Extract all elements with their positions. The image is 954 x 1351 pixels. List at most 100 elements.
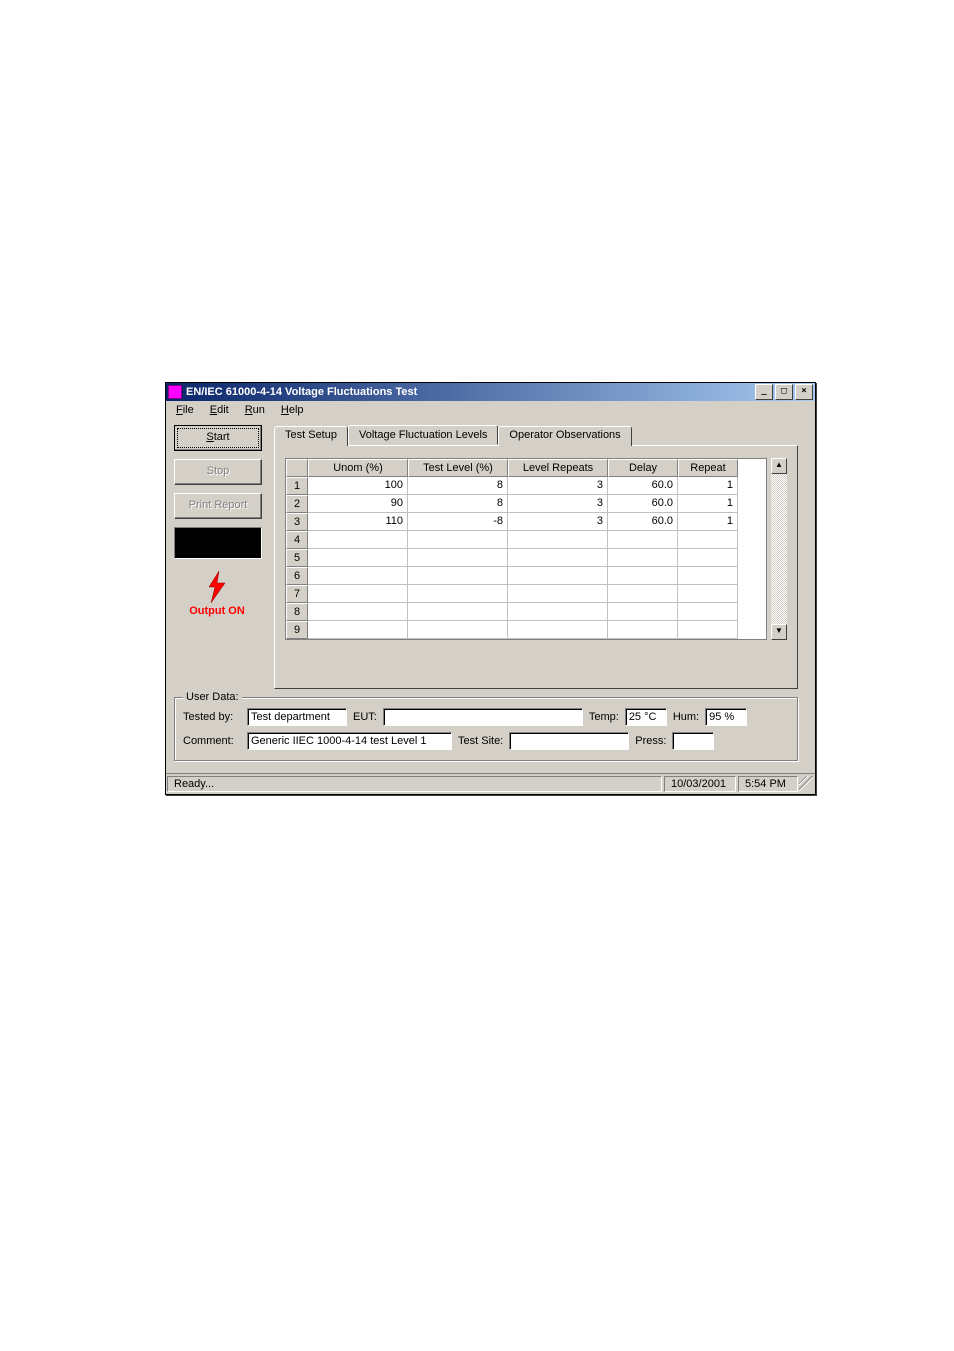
tab-operator-observations[interactable]: Operator Observations (498, 426, 631, 446)
output-status-label: Output ON (174, 605, 260, 617)
cell[interactable] (678, 621, 738, 639)
row-header[interactable]: 1 (286, 477, 308, 495)
tab-test-setup[interactable]: Test Setup (274, 426, 348, 446)
col-unom[interactable]: Unom (%) (308, 459, 408, 477)
status-time: 5:54 PM (738, 776, 798, 792)
user-data-legend: User Data: (183, 691, 242, 703)
cell[interactable] (308, 621, 408, 639)
col-test-level[interactable]: Test Level (%) (408, 459, 508, 477)
cell[interactable]: -8 (408, 513, 508, 531)
scroll-up-icon[interactable]: ▲ (771, 458, 787, 474)
cell[interactable] (608, 585, 678, 603)
levels-grid[interactable]: Unom (%) Test Level (%) Level Repeats De… (285, 458, 767, 640)
cell[interactable]: 110 (308, 513, 408, 531)
cell[interactable] (608, 621, 678, 639)
cell[interactable] (408, 567, 508, 585)
cell[interactable] (308, 567, 408, 585)
cell[interactable]: 60.0 (608, 477, 678, 495)
cell[interactable] (678, 531, 738, 549)
menu-run[interactable]: Run (239, 403, 271, 417)
menu-file[interactable]: File (170, 403, 200, 417)
hum-field[interactable] (705, 708, 747, 726)
cell[interactable] (608, 567, 678, 585)
cell[interactable] (678, 567, 738, 585)
cell[interactable] (508, 585, 608, 603)
row-header[interactable]: 2 (286, 495, 308, 513)
cell[interactable] (408, 531, 508, 549)
cell[interactable]: 60.0 (608, 513, 678, 531)
cell[interactable] (608, 603, 678, 621)
cell[interactable] (508, 621, 608, 639)
cell[interactable] (508, 549, 608, 567)
test-site-label: Test Site: (458, 735, 503, 747)
row-header[interactable]: 5 (286, 549, 308, 567)
cell[interactable]: 3 (508, 477, 608, 495)
cell[interactable] (308, 549, 408, 567)
stop-button[interactable]: Stop (174, 459, 262, 485)
cell[interactable] (608, 531, 678, 549)
cell[interactable]: 1 (678, 495, 738, 513)
tab-voltage-fluctuation-levels[interactable]: Voltage Fluctuation Levels (348, 425, 498, 445)
cell[interactable] (408, 603, 508, 621)
row-header[interactable]: 8 (286, 603, 308, 621)
row-header[interactable]: 4 (286, 531, 308, 549)
user-data-group: User Data: Tested by: EUT: Temp: Hum: Co… (174, 697, 798, 761)
tested-by-field[interactable] (247, 708, 347, 726)
status-display (174, 527, 262, 559)
row-header[interactable]: 9 (286, 621, 308, 639)
tab-body: Unom (%) Test Level (%) Level Repeats De… (274, 445, 798, 689)
lightning-icon (174, 569, 260, 605)
press-field[interactable] (672, 732, 714, 750)
titlebar[interactable]: EN/IEC 61000-4-14 Voltage Fluctuations T… (166, 383, 815, 401)
col-repeat[interactable]: Repeat (678, 459, 738, 477)
row-header[interactable]: 7 (286, 585, 308, 603)
menu-edit[interactable]: Edit (204, 403, 235, 417)
cell[interactable]: 100 (308, 477, 408, 495)
cell[interactable] (678, 603, 738, 621)
test-site-field[interactable] (509, 732, 629, 750)
grid-corner (286, 459, 308, 477)
cell[interactable]: 3 (508, 495, 608, 513)
cell[interactable]: 1 (678, 513, 738, 531)
scroll-down-icon[interactable]: ▼ (771, 624, 787, 640)
cell[interactable] (508, 567, 608, 585)
col-delay[interactable]: Delay (608, 459, 678, 477)
cell[interactable] (408, 621, 508, 639)
cell[interactable] (308, 585, 408, 603)
cell[interactable]: 8 (408, 495, 508, 513)
cell[interactable] (608, 549, 678, 567)
close-button[interactable]: × (795, 384, 813, 400)
cell[interactable] (308, 531, 408, 549)
comment-field[interactable] (247, 732, 452, 750)
grid-scrollbar[interactable]: ▲ ▼ (771, 458, 787, 640)
cell[interactable]: 1 (678, 477, 738, 495)
cell[interactable] (408, 585, 508, 603)
row-header[interactable]: 3 (286, 513, 308, 531)
temp-field[interactable] (625, 708, 667, 726)
cell[interactable] (308, 603, 408, 621)
minimize-button[interactable]: _ (755, 384, 773, 400)
row-header[interactable]: 6 (286, 567, 308, 585)
cell[interactable]: 90 (308, 495, 408, 513)
cell[interactable] (508, 603, 608, 621)
cell[interactable] (508, 531, 608, 549)
window-title: EN/IEC 61000-4-14 Voltage Fluctuations T… (186, 386, 755, 398)
scroll-track[interactable] (771, 474, 787, 624)
print-report-button[interactable]: Print Report (174, 493, 262, 519)
maximize-button[interactable]: □ (775, 384, 793, 400)
eut-field[interactable] (383, 708, 583, 726)
cell[interactable]: 8 (408, 477, 508, 495)
start-button[interactable]: Start (174, 425, 262, 451)
press-label: Press: (635, 735, 666, 747)
cell[interactable]: 60.0 (608, 495, 678, 513)
cell[interactable]: 3 (508, 513, 608, 531)
tested-by-label: Tested by: (183, 711, 241, 723)
app-icon (168, 385, 182, 399)
cell[interactable] (408, 549, 508, 567)
cell[interactable] (678, 549, 738, 567)
cell[interactable] (678, 585, 738, 603)
resize-grip-icon[interactable] (799, 776, 813, 792)
menu-help[interactable]: Help (275, 403, 310, 417)
menubar: File Edit Run Help (166, 401, 815, 419)
col-level-repeats[interactable]: Level Repeats (508, 459, 608, 477)
